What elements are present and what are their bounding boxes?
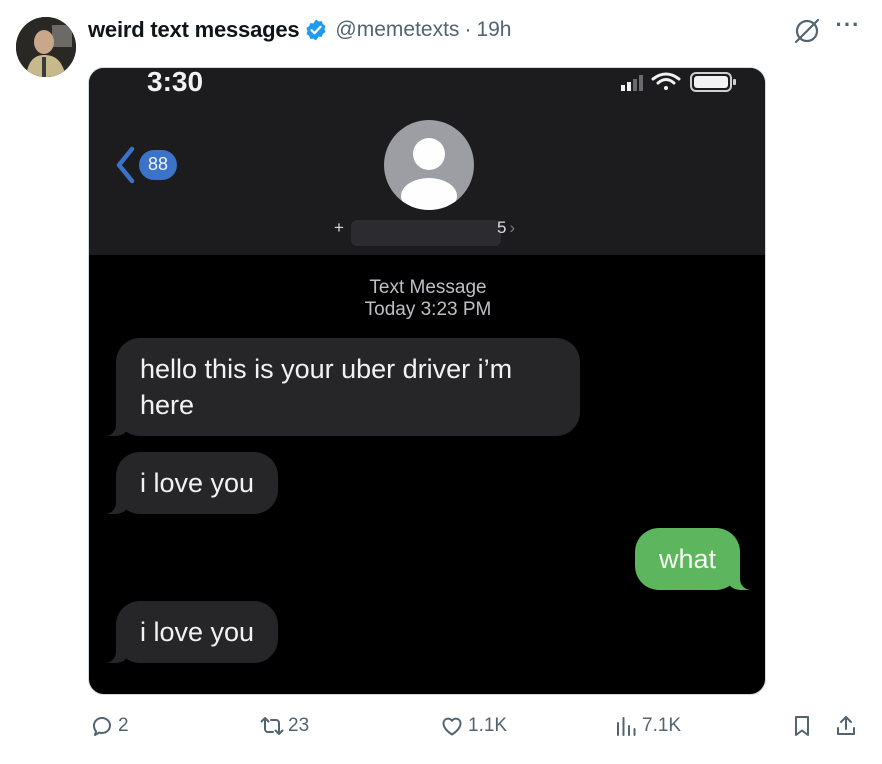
share-icon	[837, 716, 855, 735]
signal-icon	[621, 75, 643, 91]
reply-button[interactable]: 2	[90, 714, 129, 738]
unread-count-badge: 88	[139, 150, 178, 180]
separator-dot: ·	[464, 18, 472, 41]
author-handle[interactable]: @memetexts	[335, 18, 459, 42]
back-chevron-icon	[116, 146, 135, 184]
bookmark-icon	[795, 716, 809, 736]
bookmark-button[interactable]	[790, 714, 814, 738]
phone-status-icons	[621, 70, 741, 99]
contact-number-prefix: +	[334, 218, 344, 237]
message-bubble-outgoing: what	[635, 528, 761, 590]
message-timestamp: Today 3:23 PM	[364, 299, 492, 320]
like-button[interactable]: 1.1K	[440, 714, 507, 738]
tweet-action-bar: 2 23 1.1K 7.1K	[0, 714, 882, 746]
retweet-count: 23	[288, 715, 310, 736]
retweet-icon	[260, 717, 284, 735]
verified-badge-icon[interactable]	[304, 18, 328, 42]
like-count: 1.1K	[468, 715, 508, 736]
grok-icon[interactable]	[793, 17, 821, 45]
share-button[interactable]	[834, 714, 858, 738]
reply-count: 2	[118, 715, 129, 736]
message-bubble-incoming: i love you	[95, 452, 279, 514]
phone-clock: 3:30	[147, 67, 204, 97]
redaction-bar	[351, 220, 501, 246]
back-button[interactable]: 88	[115, 146, 178, 184]
views-icon	[617, 717, 636, 736]
retweet-button[interactable]: 23	[260, 714, 309, 738]
contact-avatar-icon[interactable]	[384, 120, 474, 210]
display-name[interactable]: weird text messages	[88, 17, 300, 43]
tweet-media-image[interactable]: 3:30 88 + 5 › Text Message Today 3:23 PM…	[88, 67, 766, 695]
like-icon	[442, 717, 462, 736]
message-type-label: Text Message	[369, 277, 487, 298]
views-count: 7.1K	[642, 715, 682, 736]
message-bubble-incoming: i love you	[95, 601, 279, 663]
views-button[interactable]: 7.1K	[614, 714, 681, 738]
battery-icon	[690, 72, 736, 92]
reply-icon	[93, 717, 111, 736]
author-avatar[interactable]	[16, 17, 76, 77]
tweet-time[interactable]: 19h	[476, 18, 511, 42]
wifi-icon	[651, 72, 681, 90]
contact-number-suffix: 5	[497, 218, 507, 237]
contact-chevron: ›	[509, 218, 516, 237]
more-icon[interactable]: ···	[834, 14, 862, 42]
tweet-header: weird text messages @memetexts · 19h	[88, 14, 511, 46]
message-bubble-incoming: hello this is your uber driver i’m here	[96, 338, 580, 436]
